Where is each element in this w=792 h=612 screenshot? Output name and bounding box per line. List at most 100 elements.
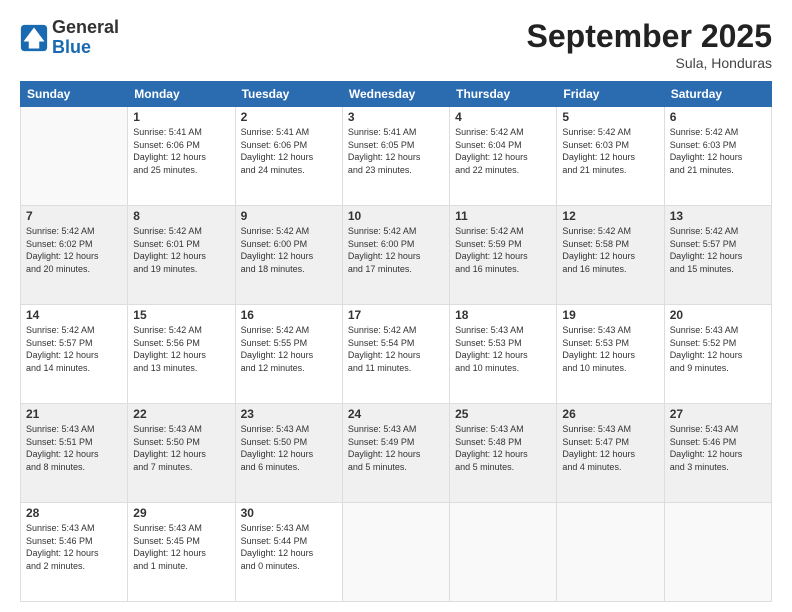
day-cell: 23Sunrise: 5:43 AM Sunset: 5:50 PM Dayli… <box>235 404 342 503</box>
day-info: Sunrise: 5:43 AM Sunset: 5:49 PM Dayligh… <box>348 423 444 473</box>
col-header-saturday: Saturday <box>664 82 771 107</box>
logo-icon <box>20 24 48 52</box>
week-row-4: 28Sunrise: 5:43 AM Sunset: 5:46 PM Dayli… <box>21 503 772 602</box>
day-cell: 1 Sunrise: 5:41 AM Sunset: 6:06 PM Daylig… <box>128 107 235 206</box>
day-number: 29 <box>133 506 229 520</box>
day-info: Sunrise: 5:42 AM Sunset: 5:55 PM Dayligh… <box>241 324 337 374</box>
day-info: Sunrise: 5:42 AM Sunset: 5:54 PM Dayligh… <box>348 324 444 374</box>
day-info: Sunrise: 5:42 AM Sunset: 6:03 PM Dayligh… <box>562 126 658 176</box>
day-number: 18 <box>455 308 551 322</box>
day-info: Sunrise: 5:42 AM Sunset: 6:01 PM Dayligh… <box>133 225 229 275</box>
day-cell: 6 Sunrise: 5:42 AM Sunset: 6:03 PM Daylig… <box>664 107 771 206</box>
logo: General Blue <box>20 18 119 58</box>
day-cell: 3Sunrise: 5:41 AM Sunset: 6:05 PM Daylig… <box>342 107 449 206</box>
logo-general-text: General <box>52 18 119 38</box>
day-cell: 18Sunrise: 5:43 AM Sunset: 5:53 PM Dayli… <box>450 305 557 404</box>
day-number: 7 <box>26 209 122 223</box>
day-number: 8 <box>133 209 229 223</box>
day-cell: 4Sunrise: 5:42 AM Sunset: 6:04 PM Daylig… <box>450 107 557 206</box>
day-cell <box>342 503 449 602</box>
day-info: Sunrise: 5:43 AM Sunset: 5:45 PM Dayligh… <box>133 522 229 572</box>
day-number: 13 <box>670 209 766 223</box>
logo-blue-text: Blue <box>52 38 119 58</box>
day-cell <box>21 107 128 206</box>
day-cell: 30Sunrise: 5:43 AM Sunset: 5:44 PM Dayli… <box>235 503 342 602</box>
day-number: 12 <box>562 209 658 223</box>
day-number: 19 <box>562 308 658 322</box>
day-info: Sunrise: 5:42 AM Sunset: 6:00 PM Dayligh… <box>348 225 444 275</box>
day-cell: 17 Sunrise: 5:42 AM Sunset: 5:54 PM Dayli… <box>342 305 449 404</box>
day-info: Sunrise: 5:42 AM Sunset: 5:57 PM Dayligh… <box>26 324 122 374</box>
day-cell: 5 Sunrise: 5:42 AM Sunset: 6:03 PM Daylig… <box>557 107 664 206</box>
week-row-3: 21 Sunrise: 5:43 AM Sunset: 5:51 PM Dayli… <box>21 404 772 503</box>
day-info: Sunrise: 5:42 AM Sunset: 5:59 PM Dayligh… <box>455 225 551 275</box>
day-number: 1 <box>133 110 229 124</box>
day-number: 11 <box>455 209 551 223</box>
day-number: 30 <box>241 506 337 520</box>
day-number: 26 <box>562 407 658 421</box>
day-number: 16 <box>241 308 337 322</box>
day-cell: 16 Sunrise: 5:42 AM Sunset: 5:55 PM Dayli… <box>235 305 342 404</box>
day-info: Sunrise: 5:41 AM Sunset: 6:06 PM Dayligh… <box>133 126 229 176</box>
day-info: Sunrise: 5:43 AM Sunset: 5:52 PM Dayligh… <box>670 324 766 374</box>
title-block: September 2025 Sula, Honduras <box>527 18 772 71</box>
day-info: Sunrise: 5:42 AM Sunset: 6:02 PM Dayligh… <box>26 225 122 275</box>
day-number: 10 <box>348 209 444 223</box>
day-number: 9 <box>241 209 337 223</box>
day-number: 4 <box>455 110 551 124</box>
day-cell: 29 Sunrise: 5:43 AM Sunset: 5:45 PM Dayli… <box>128 503 235 602</box>
day-number: 24 <box>348 407 444 421</box>
day-cell: 13 Sunrise: 5:42 AM Sunset: 5:57 PM Dayli… <box>664 206 771 305</box>
day-info: Sunrise: 5:43 AM Sunset: 5:51 PM Dayligh… <box>26 423 122 473</box>
day-cell: 11 Sunrise: 5:42 AM Sunset: 5:59 PM Dayli… <box>450 206 557 305</box>
week-row-0: 1 Sunrise: 5:41 AM Sunset: 6:06 PM Daylig… <box>21 107 772 206</box>
calendar-table: SundayMondayTuesdayWednesdayThursdayFrid… <box>20 81 772 602</box>
day-number: 3 <box>348 110 444 124</box>
day-info: Sunrise: 5:42 AM Sunset: 6:00 PM Dayligh… <box>241 225 337 275</box>
day-number: 27 <box>670 407 766 421</box>
day-number: 17 <box>348 308 444 322</box>
day-cell: 27 Sunrise: 5:43 AM Sunset: 5:46 PM Dayli… <box>664 404 771 503</box>
day-number: 21 <box>26 407 122 421</box>
day-number: 28 <box>26 506 122 520</box>
day-number: 6 <box>670 110 766 124</box>
day-number: 2 <box>241 110 337 124</box>
col-header-tuesday: Tuesday <box>235 82 342 107</box>
day-info: Sunrise: 5:43 AM Sunset: 5:50 PM Dayligh… <box>241 423 337 473</box>
col-header-sunday: Sunday <box>21 82 128 107</box>
day-cell: 2 Sunrise: 5:41 AM Sunset: 6:06 PM Daylig… <box>235 107 342 206</box>
day-cell: 28Sunrise: 5:43 AM Sunset: 5:46 PM Dayli… <box>21 503 128 602</box>
day-cell: 19Sunrise: 5:43 AM Sunset: 5:53 PM Dayli… <box>557 305 664 404</box>
month-title: September 2025 <box>527 18 772 55</box>
week-row-1: 7 Sunrise: 5:42 AM Sunset: 6:02 PM Daylig… <box>21 206 772 305</box>
day-cell <box>664 503 771 602</box>
day-info: Sunrise: 5:42 AM Sunset: 5:56 PM Dayligh… <box>133 324 229 374</box>
day-info: Sunrise: 5:43 AM Sunset: 5:48 PM Dayligh… <box>455 423 551 473</box>
day-cell: 22 Sunrise: 5:43 AM Sunset: 5:50 PM Dayli… <box>128 404 235 503</box>
page: General Blue September 2025 Sula, Hondur… <box>0 0 792 612</box>
header: General Blue September 2025 Sula, Hondur… <box>20 18 772 71</box>
day-number: 5 <box>562 110 658 124</box>
day-info: Sunrise: 5:42 AM Sunset: 5:57 PM Dayligh… <box>670 225 766 275</box>
col-header-friday: Friday <box>557 82 664 107</box>
day-info: Sunrise: 5:41 AM Sunset: 6:06 PM Dayligh… <box>241 126 337 176</box>
day-number: 22 <box>133 407 229 421</box>
day-cell: 9 Sunrise: 5:42 AM Sunset: 6:00 PM Daylig… <box>235 206 342 305</box>
day-cell: 12 Sunrise: 5:42 AM Sunset: 5:58 PM Dayli… <box>557 206 664 305</box>
day-info: Sunrise: 5:43 AM Sunset: 5:47 PM Dayligh… <box>562 423 658 473</box>
col-header-monday: Monday <box>128 82 235 107</box>
col-header-wednesday: Wednesday <box>342 82 449 107</box>
day-cell <box>450 503 557 602</box>
col-header-thursday: Thursday <box>450 82 557 107</box>
day-info: Sunrise: 5:42 AM Sunset: 6:03 PM Dayligh… <box>670 126 766 176</box>
day-cell: 14 Sunrise: 5:42 AM Sunset: 5:57 PM Dayli… <box>21 305 128 404</box>
day-number: 14 <box>26 308 122 322</box>
day-cell: 24 Sunrise: 5:43 AM Sunset: 5:49 PM Dayli… <box>342 404 449 503</box>
day-cell: 25Sunrise: 5:43 AM Sunset: 5:48 PM Dayli… <box>450 404 557 503</box>
day-cell: 15Sunrise: 5:42 AM Sunset: 5:56 PM Dayli… <box>128 305 235 404</box>
day-info: Sunrise: 5:43 AM Sunset: 5:46 PM Dayligh… <box>670 423 766 473</box>
day-info: Sunrise: 5:43 AM Sunset: 5:50 PM Dayligh… <box>133 423 229 473</box>
calendar-header-row: SundayMondayTuesdayWednesdayThursdayFrid… <box>21 82 772 107</box>
day-info: Sunrise: 5:42 AM Sunset: 5:58 PM Dayligh… <box>562 225 658 275</box>
week-row-2: 14 Sunrise: 5:42 AM Sunset: 5:57 PM Dayli… <box>21 305 772 404</box>
